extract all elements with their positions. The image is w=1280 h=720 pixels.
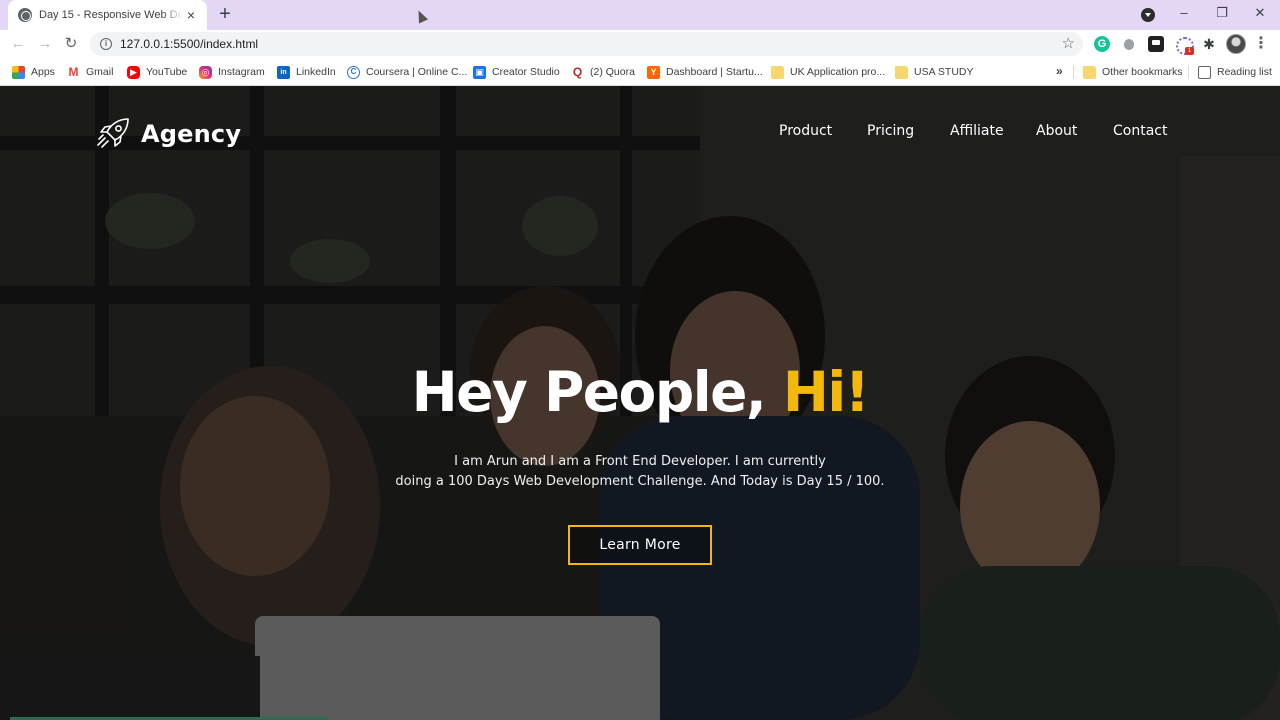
bookmark-usa-study[interactable]: USA STUDY [895, 64, 974, 80]
new-tab-button[interactable]: + [215, 4, 235, 25]
bookmark-instagram[interactable]: ◎ Instagram [199, 64, 265, 80]
bookmark-label: (2) Quora [590, 66, 635, 78]
bookmark-coursera[interactable]: C Coursera | Online C... [347, 64, 467, 80]
color-extension-icon[interactable]: 1 [1175, 36, 1194, 55]
logo-text: Agency [141, 120, 242, 148]
hero-title-main: Hey People, [411, 360, 783, 424]
bookmark-linkedin[interactable]: in LinkedIn [277, 64, 336, 80]
apps-icon [12, 65, 25, 79]
back-button[interactable]: ← [8, 34, 28, 54]
extension-badge: 1 [1185, 47, 1194, 55]
bookmark-uk-application[interactable]: UK Application pro... [771, 64, 885, 80]
bookmark-star-icon[interactable]: ☆ [1062, 35, 1075, 53]
folder-icon [771, 65, 784, 79]
grammarly-extension-icon[interactable]: G [1094, 36, 1110, 52]
ycombinator-icon: Y [647, 65, 660, 79]
folder-icon [1083, 65, 1096, 79]
reload-button[interactable]: ↻ [61, 34, 81, 54]
bookmark-label: Instagram [218, 66, 265, 78]
browser-menu-button[interactable]: ⋮ [1253, 34, 1269, 54]
dark-extension-icon[interactable] [1148, 36, 1164, 52]
quora-icon: Q [571, 64, 584, 79]
browser-toolbar: ← → ↻ i 127.0.0.1:5500/index.html ☆ G 1 … [0, 30, 1280, 58]
bookmark-label: Creator Studio [492, 66, 560, 78]
nav-pricing[interactable]: Pricing [867, 123, 914, 139]
mouse-cursor-icon [413, 8, 429, 24]
hero-title-accent: Hi! [782, 360, 870, 424]
bookmark-label: UK Application pro... [790, 66, 886, 78]
forward-button[interactable]: → [35, 34, 55, 54]
youtube-icon: ▶ [127, 65, 140, 79]
linkedin-icon: in [277, 65, 290, 79]
bookmark-creator-studio[interactable]: ▣ Creator Studio [473, 64, 560, 80]
folder-icon [895, 65, 908, 79]
bookmarks-divider [1188, 65, 1189, 79]
profile-dropdown-icon[interactable] [1141, 8, 1155, 22]
web-page-hero: Agency Product Pricing Affiliate About C… [0, 86, 1280, 720]
bookmark-youtube[interactable]: ▶ YouTube [127, 64, 187, 80]
hero-description: I am Arun and I am a Front End Developer… [0, 452, 1280, 492]
hero-description-line2: doing a 100 Days Web Development Challen… [395, 474, 885, 489]
bookmark-label: USA STUDY [914, 66, 974, 78]
nav-affiliate[interactable]: Affiliate [950, 123, 1004, 139]
bookmark-label: Dashboard | Startu... [666, 66, 763, 78]
tab-title: Day 15 - Responsive Web Development [39, 9, 183, 21]
bookmark-apps[interactable]: Apps [12, 64, 55, 80]
browser-tab-active[interactable]: Day 15 - Responsive Web Development × [8, 0, 207, 30]
learn-more-button[interactable]: Learn More [568, 525, 712, 565]
bookmark-label: Apps [31, 66, 55, 78]
address-url[interactable]: 127.0.0.1:5500/index.html [120, 37, 258, 51]
site-navbar: Agency Product Pricing Affiliate About C… [0, 86, 1280, 181]
site-logo[interactable]: Agency [95, 116, 241, 152]
extensions-puzzle-icon[interactable]: ✱ [1201, 36, 1217, 52]
bookmark-label: LinkedIn [296, 66, 336, 78]
globe-icon [18, 8, 32, 22]
nav-product[interactable]: Product [779, 123, 832, 139]
reading-list[interactable]: Reading list [1198, 64, 1272, 80]
rocket-icon [97, 118, 129, 148]
bookmark-label: Reading list [1217, 66, 1272, 78]
tab-close-button[interactable]: × [183, 7, 199, 23]
tab-strip: Day 15 - Responsive Web Development × + … [0, 0, 1280, 30]
coursera-icon: C [347, 65, 360, 79]
close-window-button[interactable]: ✕ [1250, 4, 1270, 24]
bookmarks-bar: Apps M Gmail ▶ YouTube ◎ Instagram in Li… [0, 58, 1280, 86]
profile-avatar[interactable] [1226, 34, 1246, 54]
gmail-icon: M [67, 64, 80, 79]
nav-contact[interactable]: Contact [1113, 123, 1167, 139]
reading-list-icon [1198, 65, 1211, 79]
nav-about[interactable]: About [1036, 123, 1077, 139]
hero-title: Hey People, Hi! [0, 360, 1280, 424]
restore-button[interactable]: ❐ [1212, 4, 1232, 24]
bookmark-label: Coursera | Online C... [366, 66, 468, 78]
site-info-icon[interactable]: i [100, 38, 112, 50]
creator-studio-icon: ▣ [473, 65, 486, 79]
minimize-button[interactable]: – [1174, 4, 1194, 24]
bookmark-dashboard[interactable]: Y Dashboard | Startu... [647, 64, 763, 80]
bookmark-gmail[interactable]: M Gmail [67, 64, 113, 80]
bookmark-label: YouTube [146, 66, 188, 78]
bug-extension-icon[interactable] [1121, 36, 1137, 52]
bookmark-label: Gmail [86, 66, 114, 78]
bookmark-label: Other bookmarks [1102, 66, 1183, 78]
instagram-icon: ◎ [199, 65, 212, 79]
bookmark-other[interactable]: Other bookmarks [1083, 64, 1183, 80]
address-bar[interactable]: i 127.0.0.1:5500/index.html ☆ [90, 32, 1083, 56]
bookmarks-overflow-button[interactable]: » [1056, 64, 1063, 78]
bookmarks-divider [1073, 65, 1074, 79]
hero-description-line1: I am Arun and I am a Front End Developer… [454, 454, 826, 469]
bookmark-quora[interactable]: Q (2) Quora [571, 64, 635, 80]
